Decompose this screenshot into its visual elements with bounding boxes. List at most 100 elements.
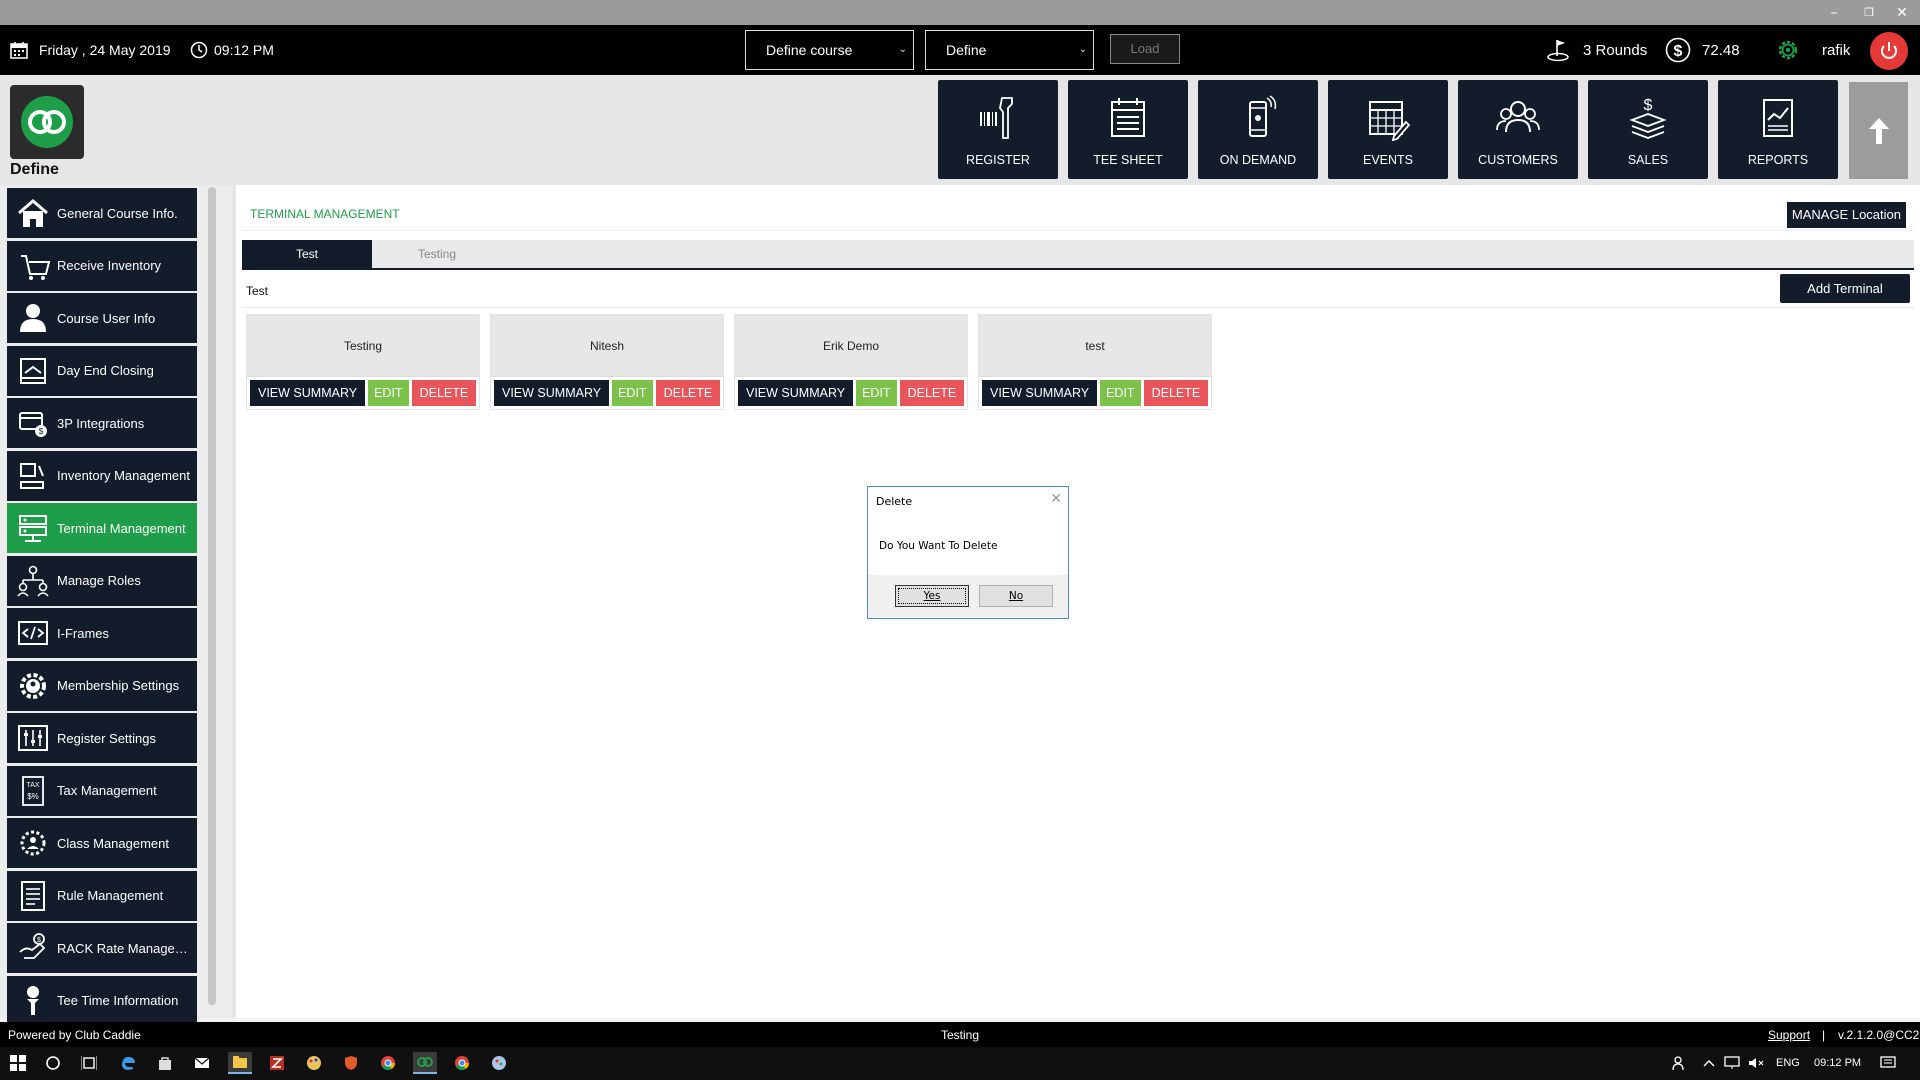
sidebar-item-i-frames[interactable]: I-Frames [7,608,197,658]
define-select[interactable]: Define ⌄ [925,30,1094,70]
minimize-button[interactable]: – [1820,2,1848,24]
status-bar: Powered by Club Caddie Testing Support |… [0,1022,1920,1047]
terminal-card: test VIEW SUMMARY EDIT DELETE [978,314,1212,410]
sidebar-item-receive-inventory[interactable]: Receive Inventory [7,240,197,291]
nav-events[interactable]: EVENTS [1328,80,1448,179]
app-icon-paint[interactable] [302,1052,326,1074]
sidebar-item-tee-time-information[interactable]: Tee Time Information [7,975,197,1026]
sidebar-item-label: Membership Settings [57,678,180,693]
define-select-value: Define [946,42,987,58]
support-link[interactable]: Support [1768,1028,1810,1042]
view-summary-button[interactable]: VIEW SUMMARY [494,380,610,406]
svg-text:$: $ [39,427,44,436]
edit-button[interactable]: EDIT [856,380,897,406]
sidebar-item-3p-integrations[interactable]: $3P Integrations [7,398,197,448]
class-gear-icon [13,823,53,863]
sidebar-item-tax-management[interactable]: TAX $% Tax Management [7,765,197,816]
nav-register[interactable]: REGISTER [938,80,1058,179]
add-terminal-button[interactable]: Add Terminal [1780,274,1910,303]
app-logo[interactable] [10,85,84,159]
taskbar-clock[interactable]: 09:12 PM [1814,1057,1861,1069]
sidebar-item-label: 3P Integrations [57,415,145,431]
balance-amount: 72.48 [1702,41,1740,59]
sidebar-scrollbar[interactable] [208,187,216,1005]
task-view-icon[interactable] [77,1052,101,1074]
people-icon[interactable] [1668,1052,1692,1074]
view-summary-button[interactable]: VIEW SUMMARY [250,380,366,406]
sidebar-item-general-course-info[interactable]: General Course Info. [7,188,197,238]
roles-icon [13,561,53,601]
power-button[interactable] [1870,32,1908,70]
sidebar-item-day-end-closing[interactable]: Day End Closing [7,345,197,396]
view-summary-button[interactable]: VIEW SUMMARY [738,380,854,406]
view-summary-button[interactable]: VIEW SUMMARY [982,380,1098,406]
restore-button[interactable]: ❐ [1855,2,1883,24]
terminal-card: Erik Demo VIEW SUMMARY EDIT DELETE [734,314,968,410]
edit-button[interactable]: EDIT [368,380,409,406]
window-titlebar: – ❐ ✕ [0,0,1920,25]
delete-button[interactable]: DELETE [1143,380,1209,406]
sidebar-item-course-user-info[interactable]: Course User Info [7,293,197,343]
chevron-up-icon[interactable] [1697,1052,1721,1074]
edit-button[interactable]: EDIT [612,380,653,406]
mail-icon[interactable] [190,1052,214,1074]
app-icon-shield[interactable] [339,1052,363,1074]
sidebar-item-inventory-management[interactable]: Inventory Management [7,450,197,501]
close-icon[interactable]: ✕ [1050,491,1062,507]
svg-text:TAX: TAX [26,782,39,789]
volume-muted-icon[interactable] [1744,1052,1768,1074]
no-button[interactable]: No [979,585,1053,607]
calendar-icon [10,25,28,75]
scroll-up-button[interactable] [1849,82,1908,179]
network-icon[interactable] [1720,1052,1744,1074]
delete-button[interactable]: DELETE [655,380,721,406]
tax-icon: TAX $% [13,771,53,811]
store-icon[interactable] [153,1052,177,1074]
settings-gear-icon[interactable] [1775,25,1801,75]
language-indicator[interactable]: ENG [1776,1057,1800,1069]
chrome-icon-1[interactable] [376,1052,400,1074]
load-button[interactable]: Load [1110,34,1180,64]
sidebar-item-class-management[interactable]: Class Management [7,818,197,868]
sidebar-item-rack-rate-manageme[interactable]: $ RACK Rate Manageme... [7,923,197,973]
nav-sales[interactable]: $ SALES [1588,80,1708,179]
club-caddie-taskbar-icon[interactable] [413,1052,437,1074]
sidebar-item-membership-settings[interactable]: Membership Settings [7,660,197,711]
tab-testing[interactable]: Testing [372,240,502,268]
app-icon-paint-2[interactable] [487,1052,511,1074]
delete-button[interactable]: DELETE [411,380,477,406]
chrome-icon-2[interactable] [450,1052,474,1074]
windows-start-icon[interactable] [6,1052,30,1074]
page-title: TERMINAL MANAGEMENT [250,207,400,221]
nav-customers[interactable]: CUSTOMERS [1458,80,1578,179]
sidebar-item-terminal-management[interactable]: Terminal Management [7,503,197,553]
barcode-scanner-icon [938,94,1058,142]
sidebar-item-label: I-Frames [57,625,109,641]
close-window-button[interactable]: ✕ [1888,2,1916,24]
nav-tee-sheet[interactable]: TEE SHEET [1068,80,1188,179]
app-icon-filezilla[interactable] [265,1052,289,1074]
sidebar-item-label: General Course Info. [57,205,178,221]
notifications-icon[interactable] [1876,1052,1900,1074]
current-date: Friday , 24 May 2019 [39,42,171,58]
edit-button[interactable]: EDIT [1100,380,1141,406]
nav-on-demand[interactable]: ON DEMAND [1198,80,1318,179]
nav-on-demand-label: ON DEMAND [1219,153,1297,167]
course-select[interactable]: Define course ⌄ [745,30,914,70]
sidebar-item-label: Tee Time Information [57,993,179,1008]
sidebar-item-manage-roles[interactable]: Manage Roles [7,555,197,606]
sidebar-item-register-settings[interactable]: Register Settings [7,713,197,763]
tab-test[interactable]: Test [242,240,372,268]
sidebar-item-rule-management[interactable]: Rule Management [7,870,197,921]
terminal-name: Nitesh [491,315,723,377]
delete-button[interactable]: DELETE [899,380,965,406]
user-icon [13,298,53,338]
file-explorer-icon[interactable] [228,1052,252,1074]
nav-reports[interactable]: REPORTS [1718,80,1838,179]
yes-button[interactable]: Yes [895,585,969,607]
manage-location-button[interactable]: MANAGE Location [1786,202,1906,228]
nav-sales-label: SALES [1627,153,1669,167]
rounds-count: 3 Rounds [1583,41,1648,59]
edge-browser-icon[interactable] [116,1052,140,1074]
search-icon[interactable] [41,1052,65,1074]
